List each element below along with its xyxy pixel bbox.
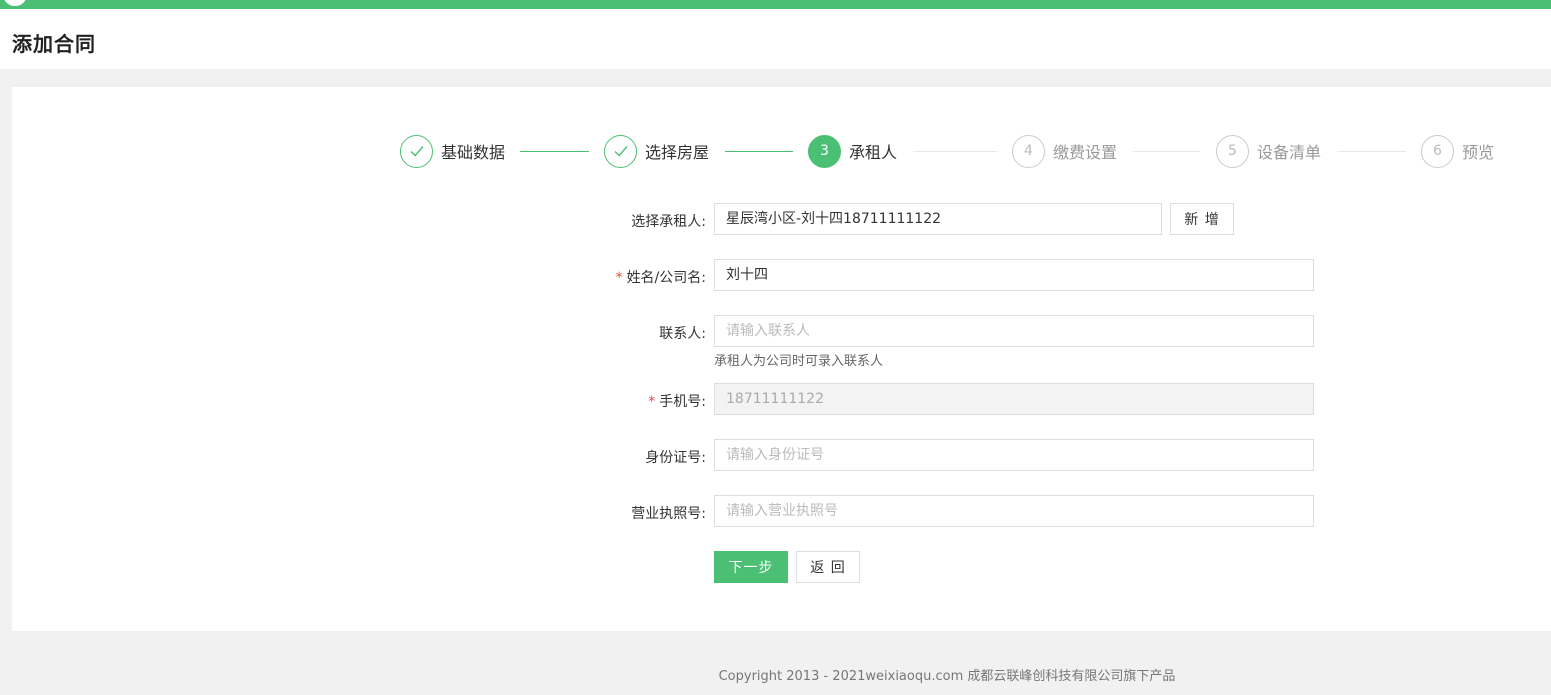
step-number: 6: [1421, 134, 1454, 168]
step-number: 5: [1216, 134, 1249, 168]
phone-input: 18711111122: [714, 383, 1314, 415]
step-connector: [913, 151, 997, 152]
check-icon: [400, 134, 433, 168]
step-connector: [520, 151, 589, 152]
business-license-input[interactable]: 请输入营业执照号: [714, 495, 1314, 527]
phone-label: * 手机号:: [506, 391, 706, 411]
step-connector: [1337, 151, 1406, 152]
page-title: 添加合同: [12, 32, 96, 56]
step-tenant[interactable]: 3 承租人: [808, 134, 897, 168]
back-button[interactable]: 返 回: [796, 551, 860, 583]
page-header: 添加合同: [0, 9, 1551, 69]
step-select-house[interactable]: 选择房屋: [604, 134, 709, 168]
id-card-input[interactable]: 请输入身份证号: [714, 439, 1314, 471]
name-label-text: 姓名/公司名:: [626, 270, 706, 286]
tenant-select[interactable]: 星辰湾小区-刘十四18711111122: [714, 203, 1162, 235]
step-number: 4: [1012, 134, 1045, 168]
step-label: 承租人: [849, 143, 898, 162]
footer-copyright: Copyright 2013 - 2021weixiaoqu.com 成都云联峰…: [718, 669, 1176, 684]
business-license-label: 营业执照号:: [631, 506, 706, 522]
contact-input[interactable]: 请输入联系人: [714, 315, 1314, 347]
step-connector: [725, 151, 793, 152]
step-payment-settings[interactable]: 4 缴费设置: [1012, 134, 1117, 168]
name-label: * 姓名/公司名:: [506, 267, 706, 287]
step-basic-data[interactable]: 基础数据: [400, 134, 505, 168]
tenant-select-label: 选择承租人:: [631, 214, 706, 230]
top-brand-bar: [0, 0, 1551, 9]
step-label: 基础数据: [441, 143, 506, 162]
step-label: 设备清单: [1257, 143, 1322, 162]
logo-icon: [4, 0, 26, 6]
contact-hint: 承租人为公司时可录入联系人: [714, 354, 884, 369]
required-mark: *: [648, 394, 656, 410]
step-label: 缴费设置: [1053, 143, 1118, 162]
step-label: 预览: [1462, 143, 1495, 162]
next-step-button[interactable]: 下一步: [714, 551, 788, 583]
check-icon: [604, 134, 637, 168]
required-mark: *: [615, 270, 623, 286]
step-connector: [1133, 151, 1200, 152]
add-tenant-button[interactable]: 新 增: [1170, 203, 1234, 235]
name-input[interactable]: 刘十四: [714, 259, 1314, 291]
step-preview[interactable]: 6 预览: [1421, 134, 1494, 168]
step-number: 3: [808, 134, 841, 168]
phone-label-text: 手机号:: [659, 394, 706, 410]
step-equipment-list[interactable]: 5 设备清单: [1216, 134, 1321, 168]
id-card-label: 身份证号:: [645, 450, 706, 466]
step-label: 选择房屋: [645, 143, 710, 162]
contact-label: 联系人:: [659, 326, 706, 342]
